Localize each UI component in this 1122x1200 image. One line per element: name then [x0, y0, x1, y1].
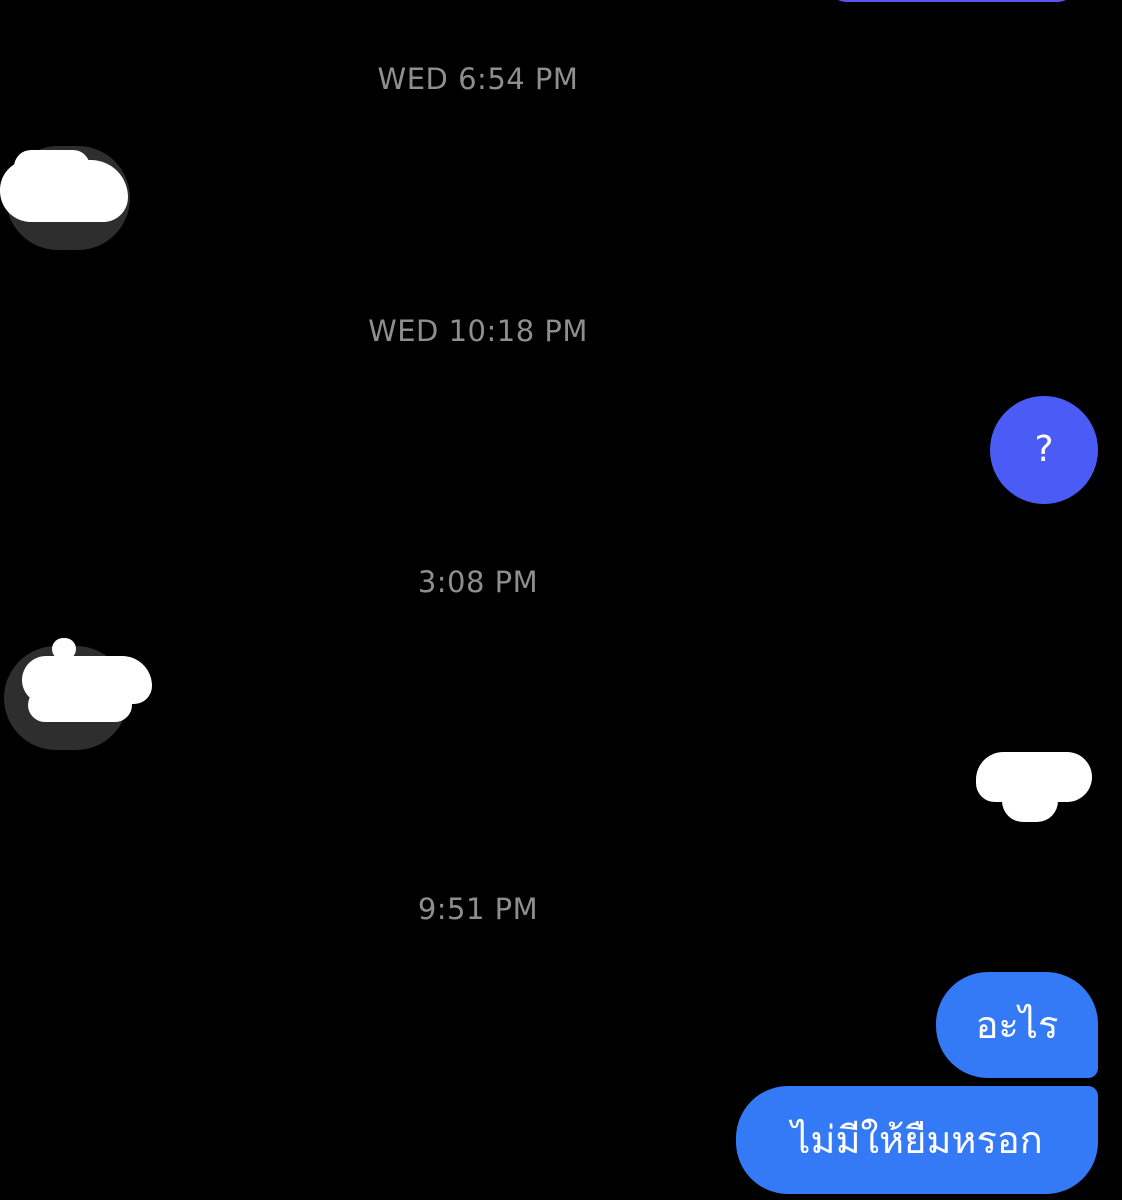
timestamp: 9:51 PM [417, 892, 539, 926]
redaction-mark [28, 688, 132, 722]
timestamp: 3:08 PM [417, 565, 539, 599]
message-bubble-sent[interactable]: อะไร [936, 972, 1098, 1078]
timestamp: WED 6:54 PM [377, 62, 579, 96]
message-bubble-sent[interactable]: ? [990, 396, 1098, 504]
previous-message-bubble[interactable] [830, 0, 1074, 2]
redaction-mark [1002, 780, 1058, 822]
redaction-mark [52, 638, 76, 660]
timestamp: WED 10:18 PM [368, 314, 588, 348]
message-thread: WED 6:54 PM WED 10:18 PM ? 3:08 PM 9:51 … [0, 0, 1122, 1200]
message-bubble-sent[interactable]: ไม่มีให้ยืมหรอก [736, 1086, 1098, 1194]
redaction-mark [14, 150, 90, 184]
